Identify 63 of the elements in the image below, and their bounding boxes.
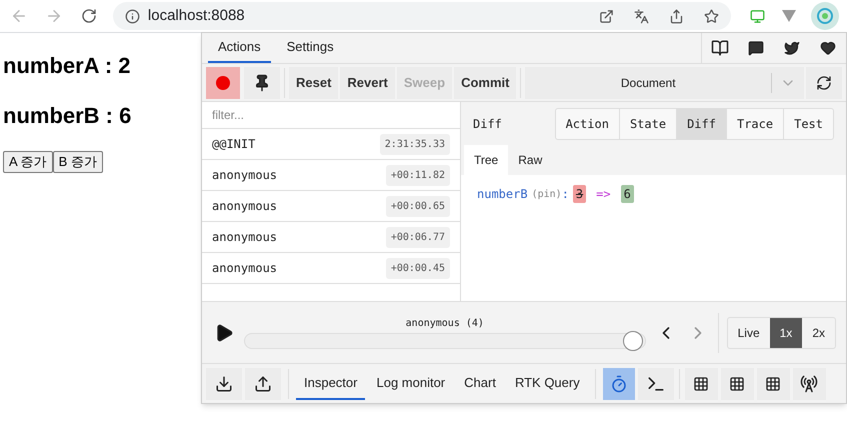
monitor-tab[interactable]: Log monitor	[368, 368, 454, 400]
info-icon	[124, 8, 140, 24]
increment-button[interactable]: B 증가	[52, 151, 103, 173]
address-bar[interactable]: localhost:8088	[112, 2, 732, 30]
panel-tab[interactable]: Settings	[276, 33, 344, 63]
diff-key: numberB	[477, 185, 528, 203]
sync-icon	[816, 74, 832, 90]
timer-icon[interactable]	[602, 368, 635, 400]
speed-button[interactable]: 1x	[770, 318, 802, 348]
instance-select[interactable]: Document	[525, 66, 804, 98]
new-value: 6	[620, 185, 634, 203]
action-row[interactable]: @@INIT 2:31:35.33	[202, 129, 460, 160]
action-time: +00:06.77	[386, 226, 450, 248]
broadcast-icon[interactable]	[792, 368, 826, 400]
action-row[interactable]: anonymous +00:11.82	[202, 160, 460, 191]
monitor-tab[interactable]: Chart	[456, 368, 504, 400]
sub-tab[interactable]: Tree	[464, 145, 508, 175]
grid-icon[interactable]	[720, 368, 754, 400]
open-tab-icon[interactable]	[599, 8, 614, 24]
pin-button[interactable]	[244, 66, 280, 98]
grid-icon[interactable]	[756, 368, 790, 400]
view-tab[interactable]: Test	[783, 108, 833, 138]
pin-icon	[253, 74, 271, 92]
filter-field[interactable]: filter...	[202, 102, 460, 129]
view-tab[interactable]: Action	[556, 108, 619, 138]
toolbar-button[interactable]: Commit	[454, 66, 516, 98]
share-icon[interactable]	[669, 8, 684, 24]
counter-heading: numberB : 6	[3, 103, 132, 129]
sync-button[interactable]	[806, 66, 842, 98]
upload-icon[interactable]	[245, 368, 281, 400]
panel-title: Diff	[473, 116, 503, 132]
download-icon[interactable]	[206, 368, 242, 400]
action-time: 2:31:35.33	[380, 134, 450, 154]
speed-button[interactable]: Live	[728, 318, 770, 348]
view-tab[interactable]: Diff	[676, 108, 726, 138]
monitor-tab[interactable]: RTK Query	[506, 368, 588, 400]
action-time: +00:11.82	[386, 164, 450, 186]
toolbar-button[interactable]: Revert	[340, 66, 395, 98]
terminal-icon[interactable]	[638, 368, 674, 400]
old-value: 3	[572, 185, 586, 203]
slider-thumb[interactable]	[622, 331, 643, 351]
action-row[interactable]: anonymous +00:00.65	[202, 191, 460, 222]
action-time: +00:00.65	[386, 196, 450, 216]
slider-label: anonymous (4)	[406, 317, 484, 331]
address-text: localhost:8088	[148, 6, 246, 26]
diff-hint: (pin)	[532, 188, 562, 202]
translate-icon[interactable]	[634, 8, 650, 24]
action-row[interactable]: anonymous +00:00.45	[202, 253, 460, 284]
view-tab[interactable]: Trace	[726, 108, 784, 138]
sub-tab[interactable]: Raw	[508, 145, 552, 175]
diff-colon: :	[562, 186, 569, 203]
grid-icon[interactable]	[684, 368, 718, 400]
monitor-tab[interactable]: Inspector	[296, 368, 366, 400]
panel-tab[interactable]: Actions	[208, 33, 271, 63]
action-row[interactable]: anonymous +00:06.77	[202, 222, 460, 253]
bookmark-star-icon[interactable]	[704, 8, 720, 24]
counter-heading: numberA : 2	[3, 53, 131, 79]
slider-track[interactable]	[244, 333, 646, 349]
toolbar-button[interactable]: Reset	[289, 66, 338, 98]
action-time: +00:00.45	[386, 258, 450, 278]
diff-arrow: =>	[596, 186, 611, 203]
speed-button[interactable]: 2x	[802, 318, 835, 348]
increment-button[interactable]: A 증가	[3, 151, 53, 173]
